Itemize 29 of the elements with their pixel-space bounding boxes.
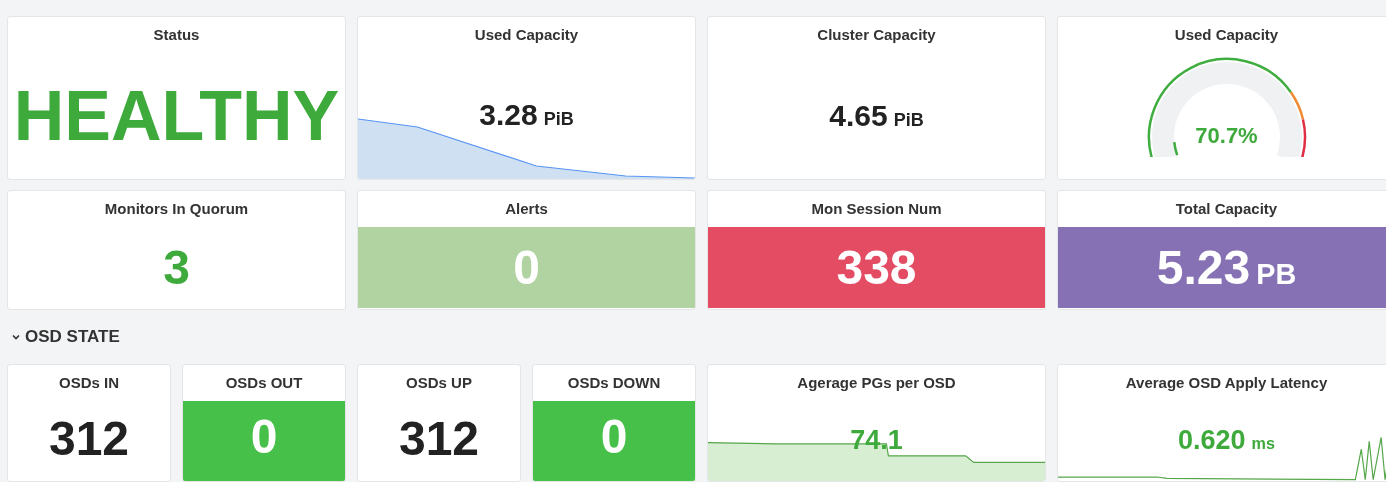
panel-title: Used Capacity xyxy=(473,25,580,45)
panel-title: Agerage PGs per OSD xyxy=(796,373,957,393)
panel-title: Mon Session Num xyxy=(810,199,943,219)
panel-title: Total Capacity xyxy=(1174,199,1279,219)
panel-title: Used Capacity xyxy=(1173,25,1280,45)
panel-title: OSDs OUT xyxy=(224,373,304,393)
stat-value: 312 xyxy=(398,415,480,463)
chevron-icon xyxy=(11,332,21,342)
stat-value: HEALTHY xyxy=(13,81,340,151)
stat-value: 0 xyxy=(513,243,540,292)
panel-title: OSDs DOWN xyxy=(566,373,662,393)
section-header[interactable]: OSD STATE xyxy=(7,310,120,364)
panel-title: Alerts xyxy=(504,199,549,219)
panel-title: Average OSD Apply Latency xyxy=(1124,373,1329,393)
stat-value: 3 xyxy=(163,244,190,292)
stat-value: 0.620 ms xyxy=(1178,427,1275,454)
stat-value: 312 xyxy=(48,415,130,463)
stat-value: 4.65 PiB xyxy=(829,101,924,131)
stat-value: 5.23 PB xyxy=(1156,243,1297,292)
panel-title: Status xyxy=(152,25,201,45)
panel-title: OSDs IN xyxy=(58,373,120,393)
stat-value: 0 xyxy=(600,413,628,461)
gauge-value: 70.7% xyxy=(1195,123,1258,149)
panel-title: Monitors In Quorum xyxy=(103,199,250,219)
stat-value: 338 xyxy=(836,243,917,292)
stat-value: 3.28 PiB xyxy=(479,100,574,130)
stat-value: 0 xyxy=(250,413,278,461)
panel-title: OSDs UP xyxy=(405,373,473,393)
panel-title: Cluster Capacity xyxy=(816,25,937,45)
